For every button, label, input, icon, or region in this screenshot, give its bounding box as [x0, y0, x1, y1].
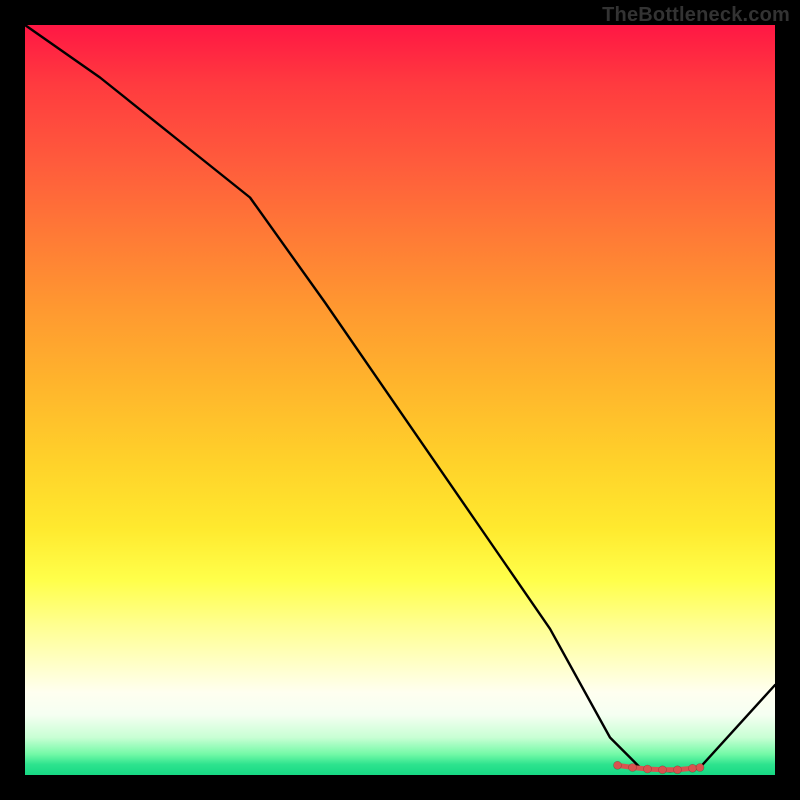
marker-dot: [674, 766, 682, 774]
curve-path: [25, 25, 775, 771]
marker-dot: [696, 764, 704, 772]
marker-dot: [629, 764, 637, 772]
marker-dot: [689, 764, 697, 772]
chart-container: TheBottleneck.com: [0, 0, 800, 800]
marker-group: [614, 761, 705, 774]
watermark-text: TheBottleneck.com: [602, 4, 790, 27]
marker-dot: [644, 765, 652, 773]
plot-area: [25, 25, 775, 775]
chart-svg: [25, 25, 775, 775]
marker-dot: [659, 766, 667, 774]
marker-dot: [614, 761, 622, 769]
